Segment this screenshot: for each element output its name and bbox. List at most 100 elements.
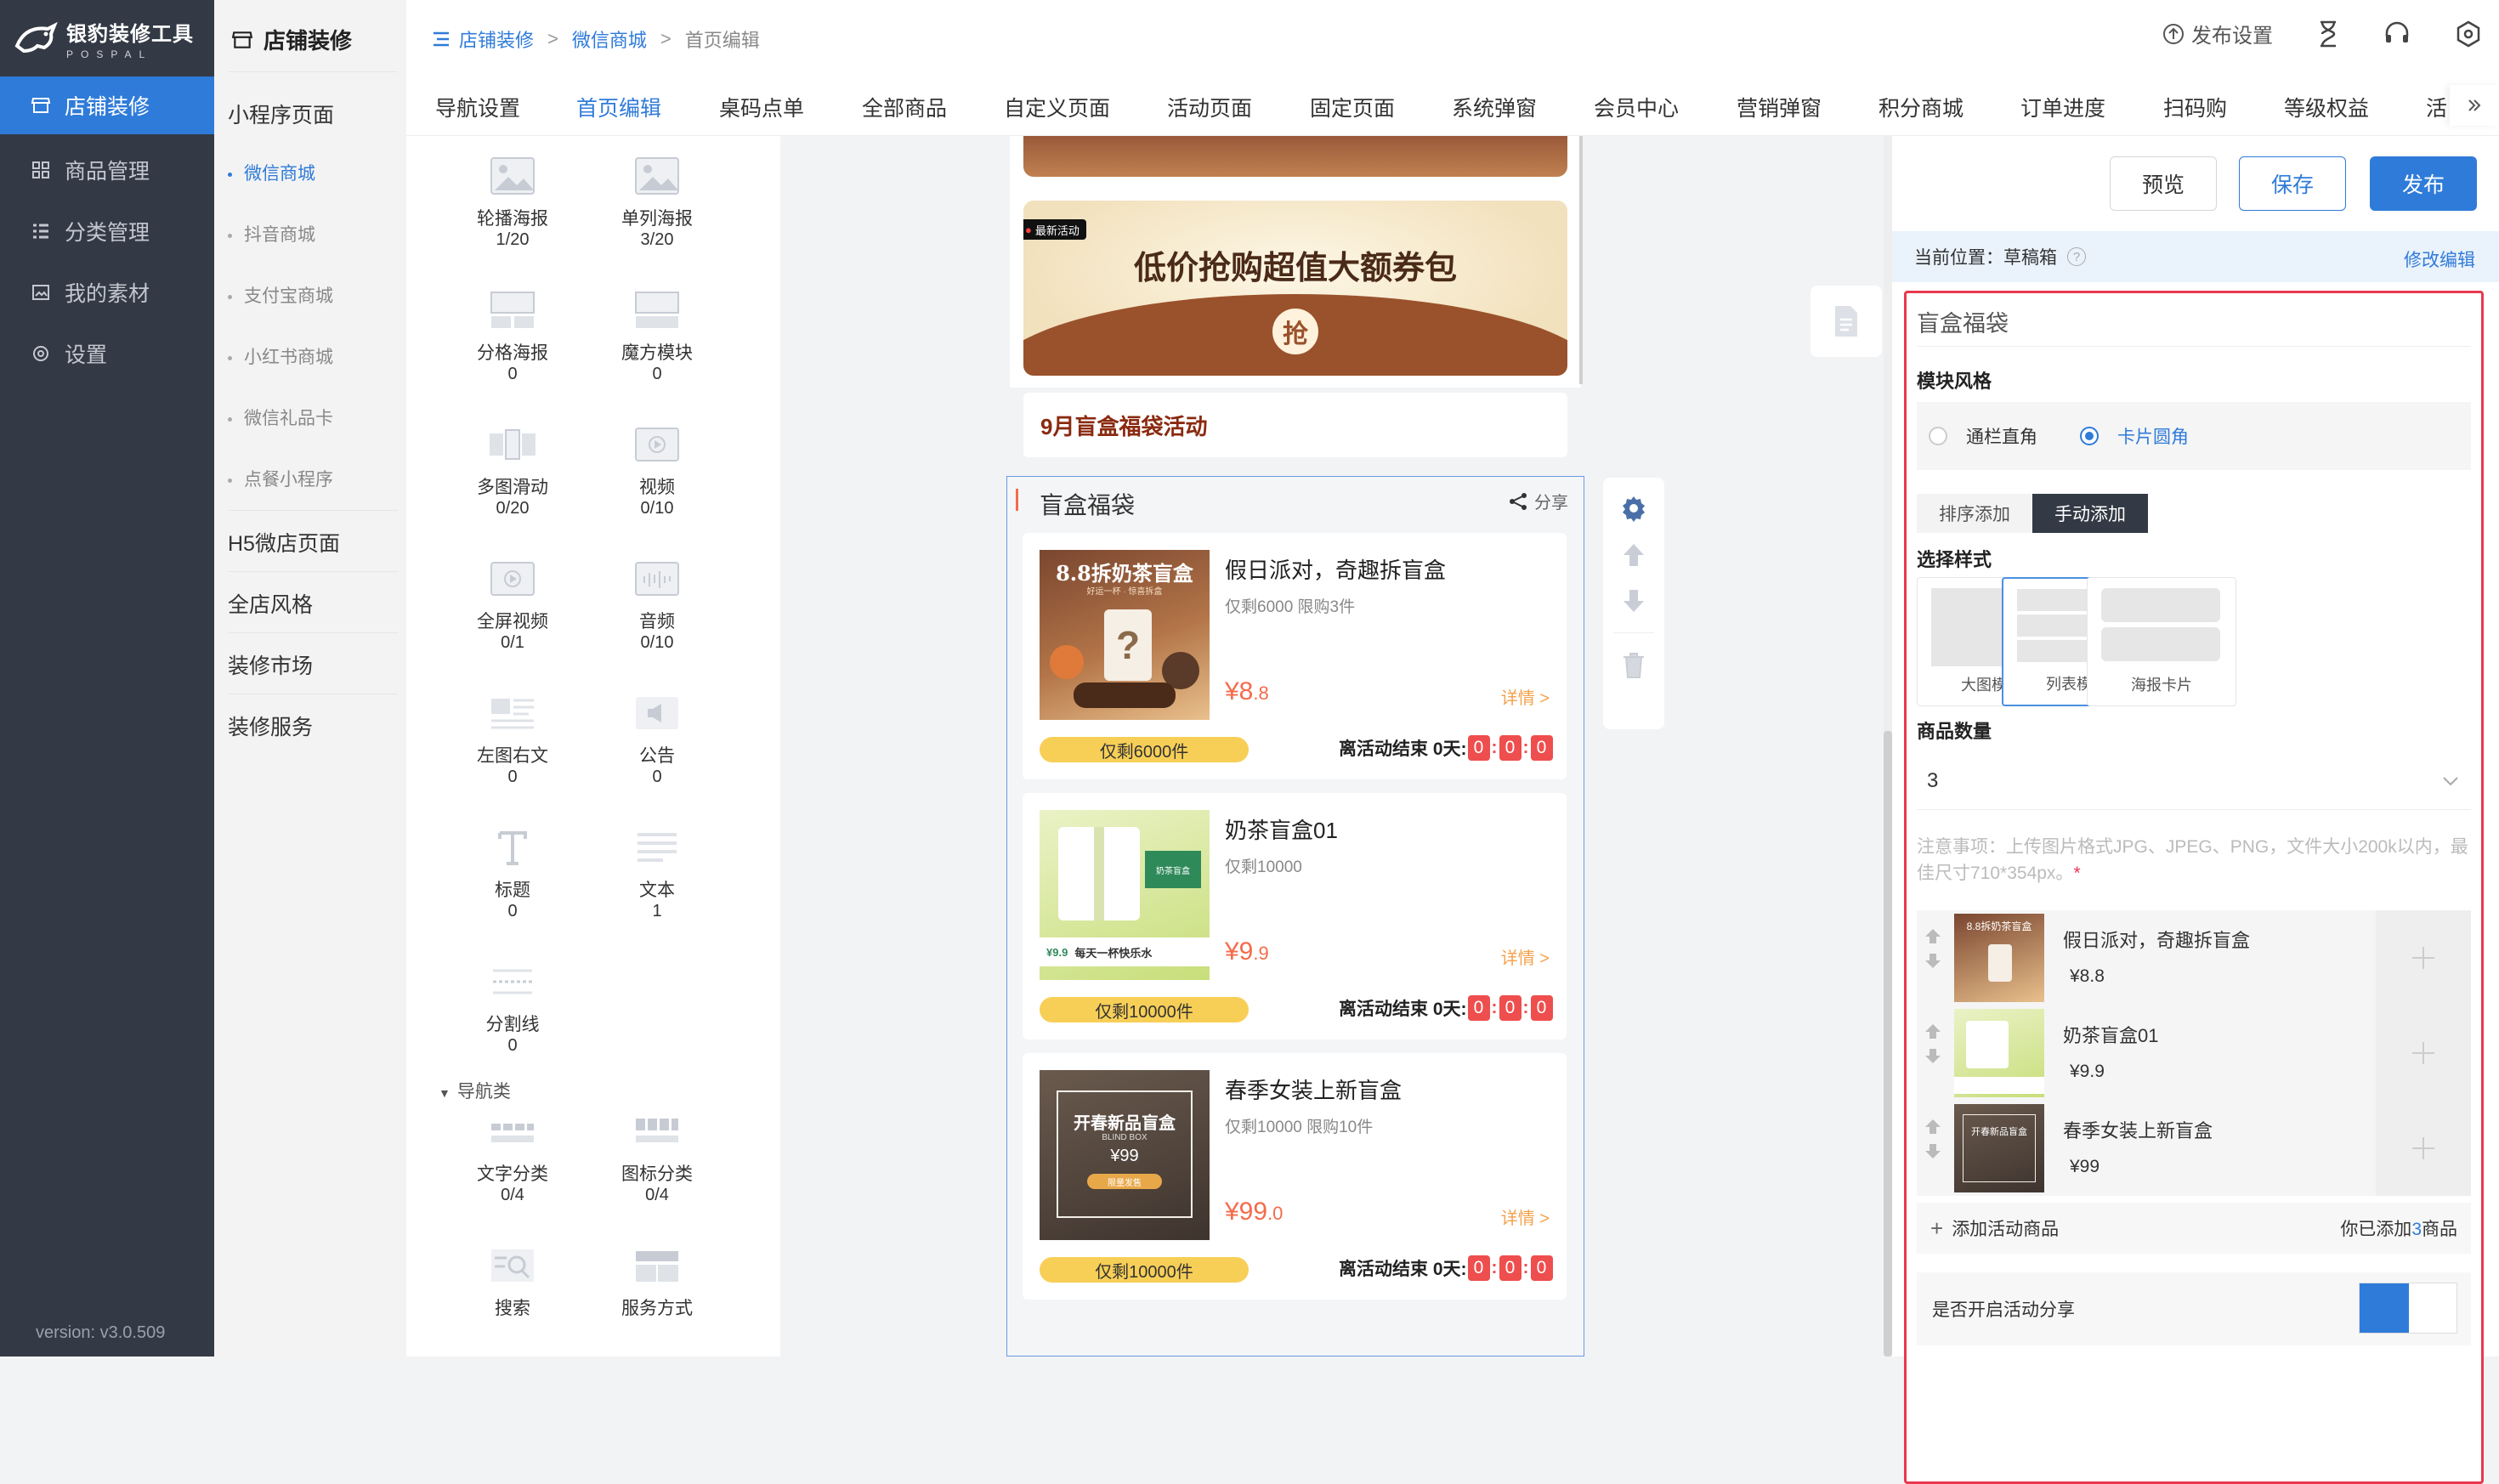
arrow-down-icon[interactable]	[1924, 953, 1942, 970]
arrow-up-icon[interactable]	[1924, 927, 1942, 944]
tab-custom-page[interactable]: 自定义页面	[1004, 92, 1110, 122]
radio-flat[interactable]	[1929, 427, 1947, 445]
publish-button[interactable]: 发布	[2370, 156, 2477, 211]
arrow-down-icon[interactable]	[1619, 586, 1648, 615]
widget-carousel-poster[interactable]: 轮播海报 1/20	[449, 155, 576, 250]
plus-icon[interactable]: +	[1930, 1215, 1943, 1242]
tab-home-edit[interactable]: 首页编辑	[576, 92, 661, 122]
subnav-group-service[interactable]: 装修服务	[228, 711, 313, 741]
previous-banner-edge[interactable]	[1023, 136, 1567, 177]
radio-card-rounded-label[interactable]: 卡片圆角	[2117, 423, 2189, 449]
add-image-button[interactable]	[2376, 910, 2471, 1005]
radio-card-rounded[interactable]	[2080, 427, 2099, 445]
widget-service-mode[interactable]: 服务方式	[593, 1244, 721, 1319]
widget-magic-cube[interactable]: 魔方模块 0	[593, 289, 721, 384]
coupon-banner[interactable]: ● 最新活动 低价抢购超值大额券包 抢	[1023, 201, 1567, 376]
arrow-up-icon[interactable]	[1924, 1118, 1942, 1135]
hourglass-icon[interactable]	[2317, 20, 2339, 48]
page-settings-button[interactable]	[1810, 286, 1882, 357]
add-image-button[interactable]	[2376, 1101, 2471, 1196]
tab-activity-page[interactable]: 活动页面	[1167, 92, 1252, 122]
headset-icon[interactable]	[2383, 21, 2411, 47]
arrow-up-icon[interactable]	[1619, 541, 1648, 569]
widget-text-category[interactable]: 文字分类 0/4	[449, 1110, 576, 1205]
product-card[interactable]: 奶茶盲盒 ¥9.9 每天一杯快乐水 奶茶盲盒01 仅剩10000 ¥9.9 详情 …	[1023, 793, 1567, 1039]
style-poster-card[interactable]: 海报卡片	[2087, 577, 2236, 706]
nav-group-toggle[interactable]: ▼ 导航类	[439, 1078, 511, 1103]
share-toggle[interactable]	[2359, 1283, 2457, 1334]
widget-multi-image-slide[interactable]: 多图滑动 0/20	[449, 423, 576, 518]
add-image-button[interactable]	[2376, 1005, 2471, 1101]
product-card[interactable]: 开春新品盲盒 BLIND BOX ¥99 限量发售 春季女装上新盲盒 仅剩100…	[1023, 1053, 1567, 1300]
scroll-thumb[interactable]	[1884, 731, 1892, 1357]
canvas-scrollbar[interactable]	[1884, 136, 1892, 1357]
save-button[interactable]: 保存	[2239, 156, 2346, 211]
breadcrumb-store-decor[interactable]: 店铺装修	[459, 25, 534, 53]
detail-link[interactable]: 详情 >	[1501, 684, 1550, 709]
help-icon[interactable]: ?	[2067, 247, 2086, 266]
tab-nav-settings[interactable]: 导航设置	[435, 92, 520, 122]
sidebar-item-products[interactable]: 商品管理	[0, 141, 214, 199]
subnav-group-miniprogram[interactable]: 小程序页面	[228, 99, 334, 129]
widget-fullscreen-video[interactable]: 全屏视频 0/1	[449, 558, 576, 653]
subnav-item-alipay-mall[interactable]: 支付宝商城	[228, 282, 333, 308]
widget-single-poster[interactable]: 单列海报 3/20	[593, 155, 721, 250]
subnav-group-h5[interactable]: H5微店页面	[228, 527, 340, 558]
widget-divider[interactable]: 分割线 0	[449, 960, 576, 1056]
settings-hex-icon[interactable]	[2455, 20, 2482, 48]
radio-flat-label[interactable]: 通栏直角	[1966, 423, 2037, 449]
tab-marketing-popup[interactable]: 营销弹窗	[1737, 92, 1822, 122]
subnav-group-store-style[interactable]: 全店风格	[228, 588, 313, 619]
breadcrumb-wechat-mall[interactable]: 微信商城	[572, 25, 647, 53]
detail-link[interactable]: 详情 >	[1501, 944, 1550, 969]
widget-video[interactable]: 视频 0/10	[593, 423, 721, 518]
detail-link[interactable]: 详情 >	[1501, 1204, 1550, 1229]
widget-audio[interactable]: 音频 0/10	[593, 558, 721, 653]
tab-more-truncated[interactable]: 活	[2426, 92, 2447, 122]
blindbox-module[interactable]: 盲盒福袋 分享 8.8拆奶茶盲盒 好运一杯 · 惊喜拆盒 ? 假日派对，奇趣拆盲…	[1006, 476, 1584, 1357]
subnav-item-gift-card[interactable]: 微信礼品卡	[228, 405, 333, 430]
tab-scan-buy[interactable]: 扫码购	[2163, 92, 2227, 122]
edit-link[interactable]: 修改编辑	[2404, 246, 2475, 272]
tab-table-order[interactable]: 桌码点单	[719, 92, 804, 122]
product-card[interactable]: 8.8拆奶茶盲盒 好运一杯 · 惊喜拆盒 ? 假日派对，奇趣拆盲盒 仅剩6000…	[1023, 533, 1567, 779]
tab-all-products[interactable]: 全部商品	[862, 92, 947, 122]
publish-settings-button[interactable]: 发布设置	[2162, 19, 2273, 48]
settings-icon[interactable]	[1618, 493, 1649, 524]
widget-text[interactable]: 文本 1	[593, 826, 721, 921]
sidebar-item-categories[interactable]: 分类管理	[0, 202, 214, 260]
arrow-down-icon[interactable]	[1924, 1143, 1942, 1160]
subnav-item-ordering[interactable]: 点餐小程序	[228, 466, 333, 491]
sidebar-item-store-decor[interactable]: 店铺装修	[0, 76, 214, 134]
widget-heading[interactable]: 标题 0	[449, 826, 576, 921]
tab-points-mall[interactable]: 积分商城	[1878, 92, 1964, 122]
tab-order-progress[interactable]: 订单进度	[2020, 92, 2105, 122]
arrow-down-icon[interactable]	[1924, 1048, 1942, 1065]
subnav-group-market[interactable]: 装修市场	[228, 649, 313, 680]
product-row[interactable]: 奶茶盲盒01 ¥9.9	[1917, 1005, 2471, 1101]
subnav-item-xiaohongshu-mall[interactable]: 小红书商城	[228, 343, 333, 369]
widget-left-image-right-text[interactable]: 左图右文 0	[449, 692, 576, 787]
arrow-up-icon[interactable]	[1924, 1022, 1942, 1039]
sidebar-item-settings[interactable]: 设置	[0, 325, 214, 382]
preview-scrollbar[interactable]	[1579, 136, 1583, 384]
preview-button[interactable]: 预览	[2110, 156, 2217, 211]
widget-grid-poster[interactable]: 分格海报 0	[449, 289, 576, 384]
sidebar-item-materials[interactable]: 我的素材	[0, 263, 214, 321]
tab-fixed-page[interactable]: 固定页面	[1310, 92, 1395, 122]
sort-add-button[interactable]: 排序添加	[1917, 494, 2032, 533]
manual-add-button[interactable]: 手动添加	[2032, 494, 2148, 533]
share-button[interactable]: 分享	[1507, 489, 1568, 513]
trash-icon[interactable]	[1620, 650, 1647, 681]
tabs-scroll-right-button[interactable]	[2450, 85, 2499, 126]
tab-member-center[interactable]: 会员中心	[1594, 92, 1679, 122]
widget-search[interactable]: 搜索	[449, 1244, 576, 1319]
subnav-item-douyin-mall[interactable]: 抖音商城	[228, 221, 315, 246]
add-activity-product-button[interactable]: 添加活动商品	[1952, 1215, 2059, 1241]
widget-announcement[interactable]: 公告 0	[593, 692, 721, 787]
product-row[interactable]: 8.8拆奶茶盲盒 假日派对，奇趣拆盲盒 ¥8.8	[1917, 910, 2471, 1005]
quantity-select[interactable]: 3	[1917, 752, 2471, 810]
widget-icon-category[interactable]: 图标分类 0/4	[593, 1110, 721, 1205]
subnav-item-wechat-mall[interactable]: 微信商城	[228, 160, 315, 185]
tab-system-popup[interactable]: 系统弹窗	[1452, 92, 1537, 122]
